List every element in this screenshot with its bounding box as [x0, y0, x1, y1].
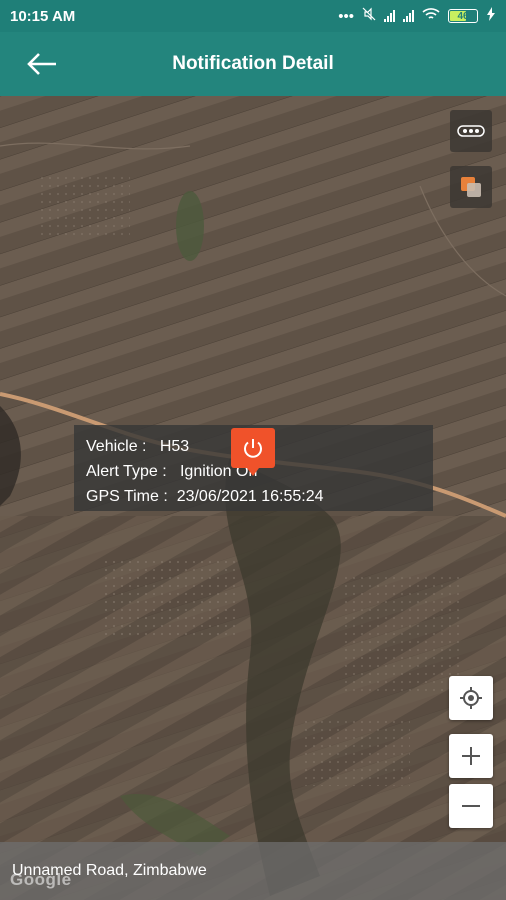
zoom-in-button[interactable] — [449, 734, 493, 778]
map-view[interactable]: Vehicle : H53 Alert Type : Ignition On G… — [0, 96, 506, 900]
wifi-icon — [422, 7, 440, 25]
app-bar: Notification Detail — [0, 32, 506, 96]
signal-icon — [384, 10, 395, 22]
address-bar: Unnamed Road, Zimbabwe — [0, 842, 506, 900]
alert-type-label: Alert Type : — [86, 463, 167, 480]
my-location-button[interactable] — [449, 676, 493, 720]
status-icons: ••• 46 — [338, 7, 496, 25]
zoom-out-button[interactable] — [449, 784, 493, 828]
gps-time-value: 23/06/2021 16:55:24 — [176, 488, 324, 505]
vehicle-label: Vehicle : — [86, 438, 147, 455]
layers-icon — [461, 177, 481, 197]
status-time: 10:15 AM — [10, 7, 76, 25]
google-logo: Google — [10, 870, 72, 889]
back-button[interactable] — [26, 50, 58, 78]
map-more-button[interactable] — [450, 110, 492, 152]
power-icon — [244, 439, 262, 458]
gps-time-row: GPS Time : 23/06/2021 16:55:24 — [86, 484, 421, 509]
battery-icon: 46 — [448, 9, 478, 23]
page-title: Notification Detail — [172, 53, 334, 74]
signal-icon — [403, 10, 414, 22]
more-dots-icon: ••• — [338, 7, 354, 25]
status-bar: 10:15 AM ••• 46 — [0, 0, 506, 32]
mute-icon — [362, 7, 376, 25]
more-dots-icon — [457, 125, 485, 137]
plus-icon — [462, 747, 480, 765]
crosshair-icon — [460, 687, 482, 709]
charging-icon — [486, 7, 496, 25]
map-layers-button[interactable] — [450, 166, 492, 208]
gps-time-label: GPS Time : — [86, 488, 168, 505]
back-arrow-icon — [27, 53, 56, 75]
battery-level: 46 — [457, 10, 469, 22]
minus-icon — [462, 805, 480, 807]
vehicle-marker[interactable] — [231, 428, 275, 476]
vehicle-value: H53 — [159, 438, 190, 455]
